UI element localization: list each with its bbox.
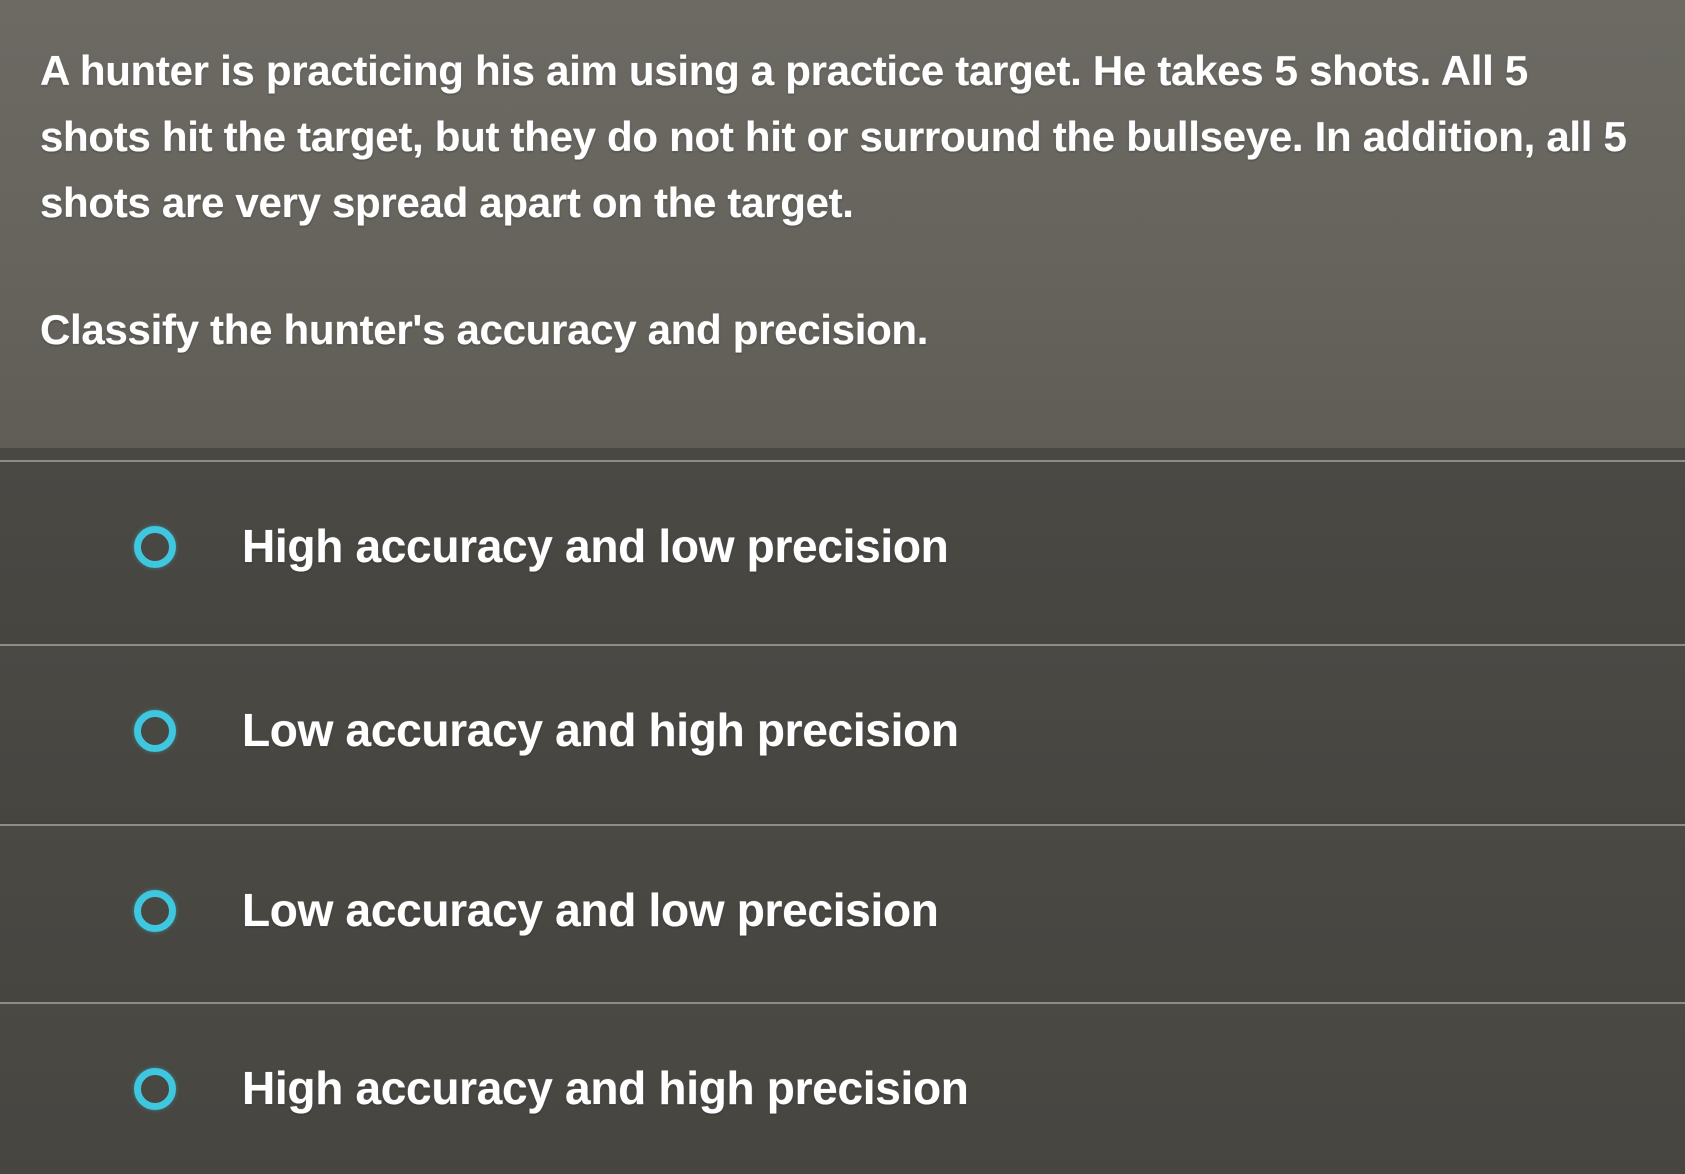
answer-option-label: Low accuracy and low precision [242, 884, 939, 936]
answer-option-1[interactable]: High accuracy and low precision [0, 460, 1685, 638]
radio-button-icon[interactable] [134, 526, 176, 568]
answer-option-4[interactable]: High accuracy and high precision [0, 1002, 1685, 1174]
answer-options: High accuracy and low precision Low accu… [0, 448, 1685, 1174]
answer-option-label: Low accuracy and high precision [242, 704, 959, 756]
answer-option-label: High accuracy and high precision [242, 1062, 969, 1114]
question-panel: A hunter is practicing his aim using a p… [0, 0, 1685, 448]
question-prompt: Classify the hunter's accuracy and preci… [40, 306, 929, 353]
radio-button-icon[interactable] [134, 890, 176, 932]
answer-option-label: High accuracy and low precision [242, 520, 949, 572]
answer-option-2[interactable]: Low accuracy and high precision [0, 644, 1685, 822]
question-text: A hunter is practicing his aim using a p… [40, 47, 1627, 226]
answer-option-3[interactable]: Low accuracy and low precision [0, 824, 1685, 1002]
radio-button-icon[interactable] [134, 1068, 176, 1110]
quiz-screen: A hunter is practicing his aim using a p… [0, 0, 1685, 1174]
radio-button-icon[interactable] [134, 710, 176, 752]
